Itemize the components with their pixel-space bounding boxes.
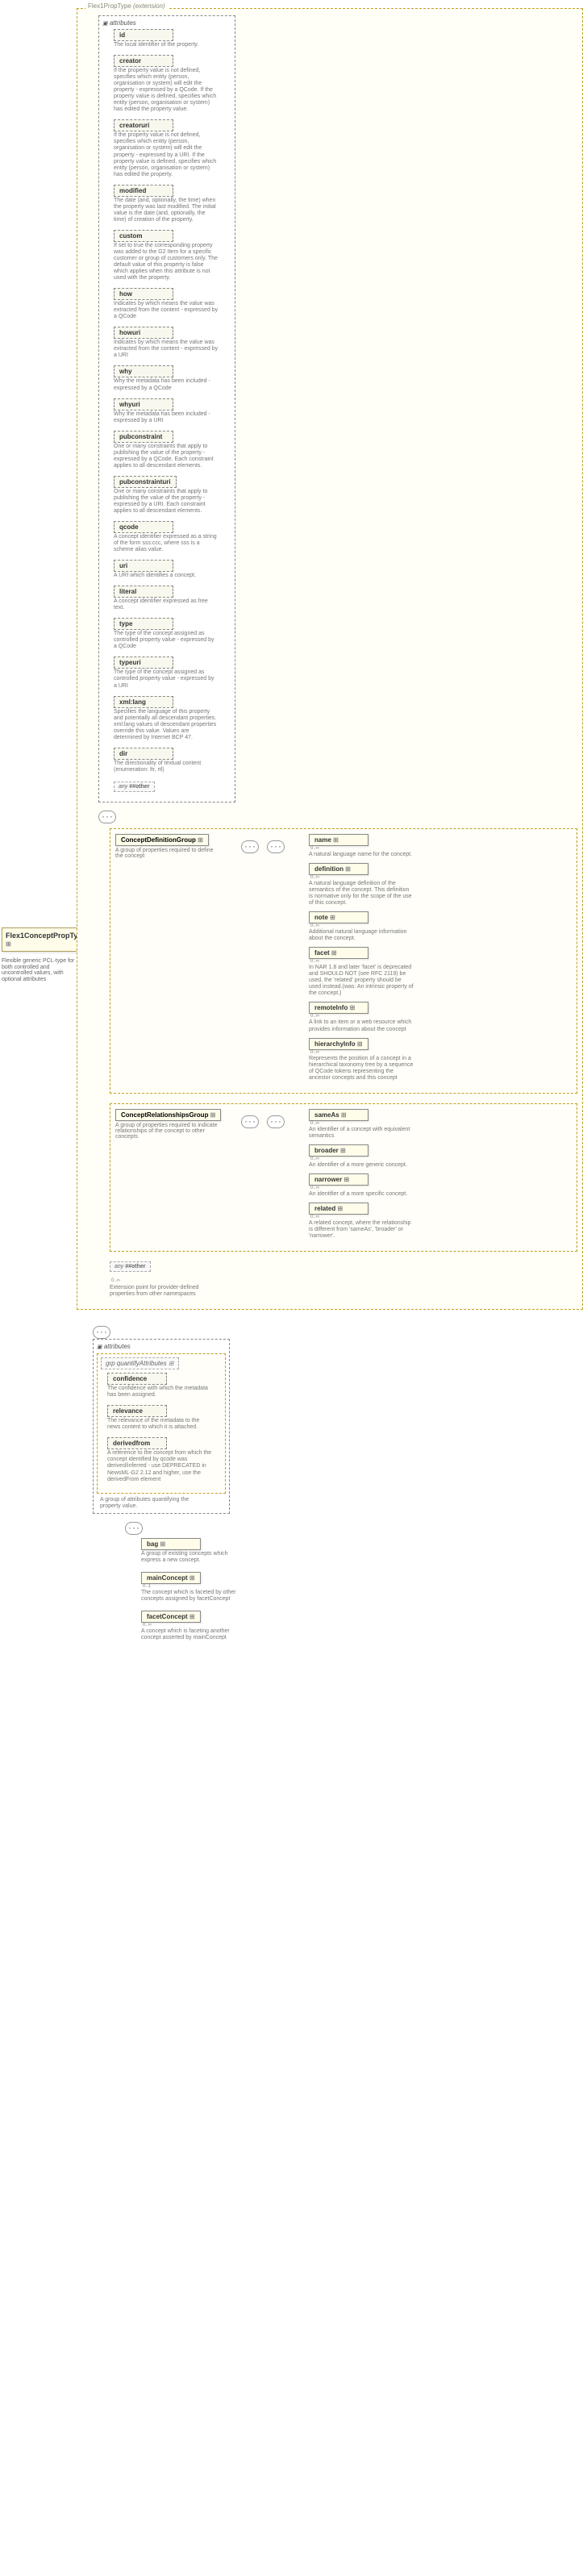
root-type-name: Flex1ConceptPropType (6, 932, 82, 948)
element-sameAs: sameAs (309, 1109, 368, 1121)
attribute-derivedfrom: derivedfrom (107, 1437, 167, 1449)
sequence-compositor-icon (241, 1115, 259, 1128)
attribute-whyuri: whyuri (114, 398, 173, 411)
attribute-desc: If the property value is not defined, sp… (114, 132, 219, 177)
element-desc: A related concept, where the relationshi… (309, 1220, 414, 1240)
group-name-relationships: ConceptRelationshipsGroup (115, 1109, 221, 1121)
attribute-pubconstrainturi: pubconstrainturi (114, 476, 177, 488)
attribute-desc: A concept identifier expressed as free t… (114, 598, 219, 611)
extension-group: Flex1PropType (extension) ▣ attributes i… (77, 8, 583, 1310)
element-bag: bag (141, 1538, 201, 1550)
element-desc: A concept which is faceting another conc… (141, 1628, 246, 1641)
attribute-wildcard: any ##other (114, 782, 155, 792)
element-mainConcept: mainConcept (141, 1572, 201, 1584)
attribute-desc: One or many constraints that apply to pu… (114, 444, 219, 469)
element-definition: definition (309, 863, 368, 875)
sequence-compositor-icon (267, 840, 285, 853)
sequence-compositor-icon (241, 840, 259, 853)
attribute-type: type (114, 618, 173, 630)
attribute-desc: If set to true the corresponding propert… (114, 243, 219, 281)
attributes-label: attributes (104, 1343, 131, 1350)
extension-point-desc: Extension point for provider-defined pro… (110, 1285, 214, 1298)
attribute-desc: A URI which identifies a concept. (114, 573, 219, 579)
element-desc: An identifier of a more specific concept… (309, 1191, 414, 1198)
attribute-desc: The relevance of the metadata to the new… (107, 1418, 212, 1431)
attribute-desc: Indicates by which means the value was e… (114, 340, 219, 359)
attribute-desc: The confidence with which the metadata h… (107, 1386, 212, 1398)
attribute-desc: The date (and, optionally, the time) whe… (114, 198, 219, 223)
lower-elements: bag A group of existing concepts which e… (125, 1522, 583, 1641)
attribute-desc: One or many constraints that apply to pu… (114, 489, 219, 515)
element-desc: An identifier of a concept with equivale… (309, 1127, 414, 1140)
attribute-pubconstraint: pubconstraint (114, 431, 173, 443)
sequence-compositor-icon (93, 1326, 110, 1339)
element-desc: Represents the position of a concept in … (309, 1056, 414, 1082)
attribute-xml-lang: xml:lang (114, 696, 173, 708)
group-desc-definition: A group of properties required to define… (115, 848, 220, 859)
root-type-desc: Flexible generic PCL-type for both contr… (2, 957, 78, 983)
sequence-compositor-icon (267, 1115, 285, 1128)
element-remoteInfo: remoteInfo (309, 1002, 368, 1014)
group-desc-relationships: A group of properties required to indica… (115, 1123, 220, 1140)
sequence-compositor-icon (98, 811, 116, 823)
attribute-desc: The type of the concept assigned as cont… (114, 631, 219, 650)
attribute-creatoruri: creatoruri (114, 119, 173, 131)
attribute-custom: custom (114, 230, 173, 242)
element-name: name (309, 834, 368, 846)
attribute-creator: creator (114, 55, 173, 67)
element-desc: A natural language definition of the sem… (309, 881, 414, 907)
quantify-attributes-block: ▣ attributes grp quantifyAttributes conf… (93, 1339, 230, 1514)
attribute-confidence: confidence (107, 1373, 167, 1385)
element-narrower: narrower (309, 1173, 368, 1186)
element-desc: A natural language name for the concept. (309, 852, 414, 858)
group-name-definition: ConceptDefinitionGroup (115, 834, 209, 846)
attribute-desc: The type of the concept assigned as cont… (114, 669, 219, 689)
attribute-desc: Why the metadata has been included - exp… (114, 378, 219, 391)
attribute-typeuri: typeuri (114, 657, 173, 669)
extension-title: Flex1PropType (extension) (85, 2, 168, 10)
attribute-desc: Specifies the language of this property … (114, 709, 219, 741)
extension-point-wildcard: any ##other (110, 1261, 151, 1272)
element-broader: broader (309, 1144, 368, 1157)
attribute-how: how (114, 288, 173, 300)
attribute-qcode: qcode (114, 521, 173, 533)
element-related: related (309, 1203, 368, 1215)
attribute-desc: The directionality of textual content (e… (114, 761, 219, 773)
quantify-attributes-group: grp quantifyAttributes confidence The co… (97, 1353, 226, 1493)
element-note: note (309, 911, 368, 923)
attribute-uri: uri (114, 560, 173, 572)
sequence-compositor-icon (125, 1522, 143, 1535)
attribute-desc: Why the metadata has been included - exp… (114, 411, 219, 424)
element-hierarchyInfo: hierarchyInfo (309, 1038, 368, 1050)
attribute-howuri: howuri (114, 327, 173, 339)
concept-definition-group: ConceptDefinitionGroup A group of proper… (110, 828, 577, 1094)
attributes-block: ▣ attributes id The local identifier of … (98, 15, 235, 802)
attribute-desc: The local identifier of the property. (114, 42, 219, 48)
quantify-group-name: grp quantifyAttributes (101, 1357, 179, 1369)
attribute-id: id (114, 29, 173, 41)
element-facet: facet (309, 947, 368, 959)
attribute-dir: dir (114, 748, 173, 760)
attribute-desc: If the property value is not defined, sp… (114, 68, 219, 113)
attributes-label: attributes (110, 19, 136, 27)
attribute-why: why (114, 365, 173, 377)
attribute-desc: A concept identifier expressed as a stri… (114, 534, 219, 553)
element-desc: A group of existing concepts which expre… (141, 1551, 246, 1564)
quantify-group-desc: A group of attributes quantifying the pr… (100, 1497, 205, 1510)
element-desc: In NAR 1.8 and later 'facet' is deprecat… (309, 965, 414, 997)
attribute-desc: Indicates by which means the value was e… (114, 301, 219, 320)
root-type-box: Flex1ConceptPropType (2, 927, 86, 952)
concept-relationships-group: ConceptRelationshipsGroup A group of pro… (110, 1103, 577, 1252)
element-desc: An identifier of a more generic concept. (309, 1162, 414, 1169)
attribute-desc: A reference to the concept from which th… (107, 1450, 212, 1482)
element-desc: A link to an item or a web resource whic… (309, 1019, 414, 1032)
element-facetConcept: facetConcept (141, 1611, 201, 1623)
attribute-relevance: relevance (107, 1405, 167, 1417)
attribute-modified: modified (114, 185, 173, 197)
attribute-literal: literal (114, 586, 173, 598)
element-desc: Additional natural language information … (309, 929, 414, 942)
element-desc: The concept which is faceted by other co… (141, 1590, 246, 1603)
